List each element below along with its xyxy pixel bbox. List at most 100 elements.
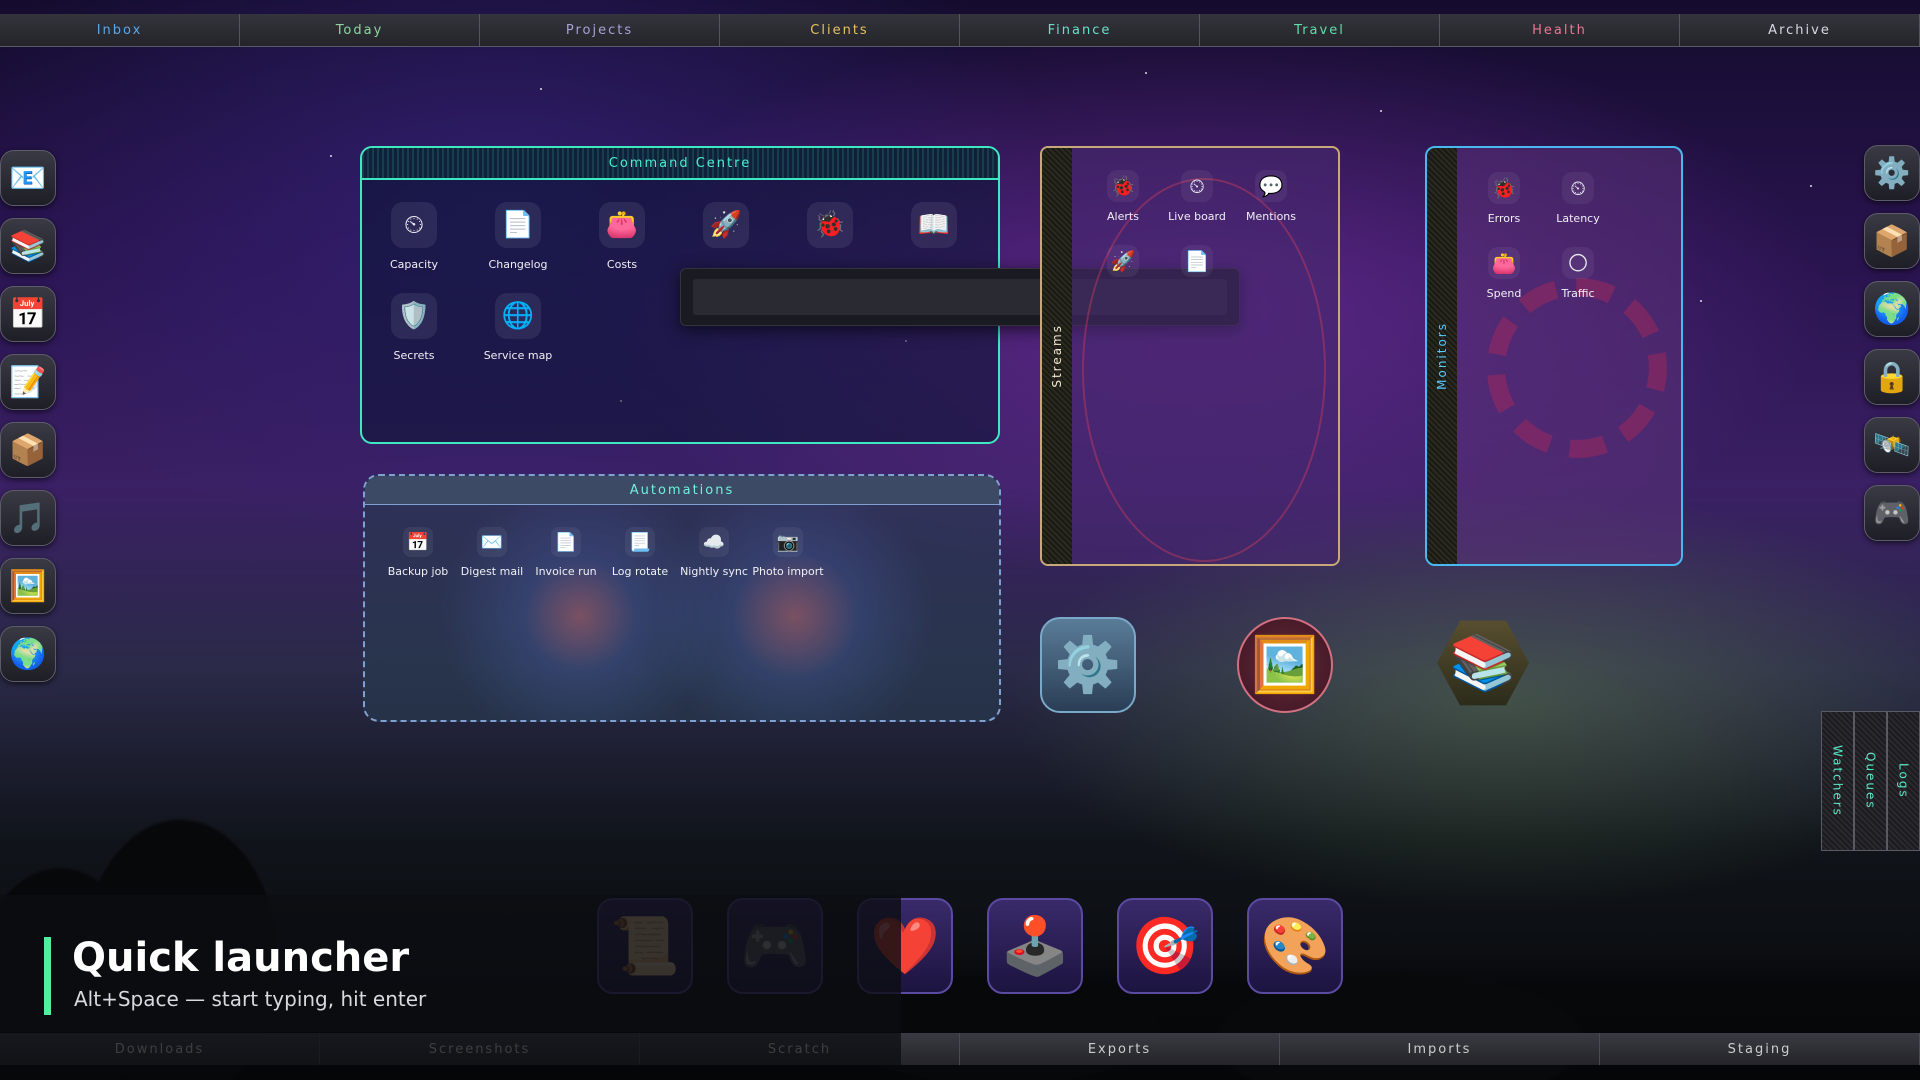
tab-today[interactable]: Today (240, 14, 480, 46)
app-icon: 🐞 (807, 202, 853, 248)
settings-icon: ⚙️ (1054, 633, 1122, 696)
monitors-item-traffic[interactable]: 🌕 Traffic (1541, 247, 1615, 300)
joystick-app[interactable]: 🕹️ (987, 898, 1083, 994)
dock_left-item[interactable]: 🖼️ (0, 558, 56, 614)
dock_left-item[interactable]: 📧 (0, 150, 56, 206)
monitors-panel: Monitors 🐞 Errors ⏲ Latency 👛 Spend 🌕 Traffic (1425, 146, 1683, 566)
tab-finance[interactable]: Finance (960, 14, 1200, 46)
streams-item-3[interactable]: 🚀 (1086, 245, 1160, 285)
app-icon: ⏲ (391, 202, 437, 248)
monitors-item-latency[interactable]: ⏲ Latency (1541, 172, 1615, 225)
item-label: Digest mail (460, 565, 524, 578)
streams-title: Streams (1050, 324, 1064, 388)
tab-clients[interactable]: Clients (720, 14, 960, 46)
item-label: Live board (1168, 210, 1226, 223)
monitors-item-spend[interactable]: 👛 Spend (1467, 247, 1541, 300)
target-icon: 🎯 (1130, 914, 1200, 979)
gamepad-icon: 🎮 (1873, 495, 1911, 531)
photos-shortcut[interactable]: 🖼️ (1237, 617, 1333, 713)
dock_left-item[interactable]: 📝 (0, 354, 56, 410)
bottom-tab-exports[interactable]: Exports (960, 1033, 1280, 1065)
calendar-icon: 📅 (9, 296, 47, 332)
item-label: Mentions (1245, 210, 1297, 223)
automations-item-log-rotate[interactable]: 📃 Log rotate (603, 527, 677, 578)
dock_right-item[interactable]: ⚙️ (1864, 145, 1920, 201)
dock_left-item[interactable]: 📦 (0, 422, 56, 478)
launcher-hint: Alt+Space — start typing, hit enter (74, 987, 427, 1011)
tab-health[interactable]: Health (1440, 14, 1680, 46)
quick-launcher-toast: Quick launcher Alt+Space — start typing,… (0, 895, 901, 1032)
dock_left-item[interactable]: 📅 (0, 286, 56, 342)
command_centre-item-3[interactable]: 🚀 (674, 202, 778, 271)
streams-panel: Streams 🐞 Alerts ⏲ Live board 💬 Mentions 🚀 📄 (1040, 146, 1340, 566)
left-dock: 📧 📚 📅 📝 📦 🎵 🖼️ 🌍 (0, 150, 56, 682)
item-label: Latency (1556, 212, 1600, 225)
music-icon: 🎵 (9, 500, 47, 536)
streams-item-live-board[interactable]: ⏲ Live board (1160, 170, 1234, 223)
streams-spine[interactable]: Streams (1042, 148, 1072, 564)
bottom-tab-imports[interactable]: Imports (1280, 1033, 1600, 1065)
dock_right-item[interactable]: 🎮 (1864, 485, 1920, 541)
dock_right-item[interactable]: 🛰️ (1864, 417, 1920, 473)
streams-item-alerts[interactable]: 🐞 Alerts (1086, 170, 1160, 223)
palette-icon: 🎨 (1260, 914, 1330, 979)
app-icon: 💬 (1255, 170, 1287, 202)
automations-item-nightly-sync[interactable]: ☁️ Nightly sync (677, 527, 751, 578)
tab-archive[interactable]: Archive (1680, 14, 1920, 46)
side-tab-watchers[interactable]: Watchers (1821, 711, 1854, 851)
app-icon: 👛 (1488, 247, 1520, 279)
side-tab-label: Logs (1896, 763, 1911, 799)
automations-item-digest-mail[interactable]: ✉️ Digest mail (455, 527, 529, 578)
command_centre-item-costs[interactable]: 👛 Costs (570, 202, 674, 271)
side-tab-logs[interactable]: Logs (1887, 711, 1920, 851)
dock_right-item[interactable]: 📦 (1864, 213, 1920, 269)
app-icon: 🐞 (1488, 172, 1520, 204)
tab-travel[interactable]: Travel (1200, 14, 1440, 46)
tab-inbox[interactable]: Inbox (0, 14, 240, 46)
dock_left-item[interactable]: 📚 (0, 218, 56, 274)
monitors-item-errors[interactable]: 🐞 Errors (1467, 172, 1541, 225)
item-label: Nightly sync (680, 565, 748, 578)
command_centre-item-changelog[interactable]: 📄 Changelog (466, 202, 570, 271)
dock_left-item[interactable]: 🎵 (0, 490, 56, 546)
bottom-tab-staging[interactable]: Staging (1600, 1033, 1920, 1065)
satellite-icon: 🛰️ (1873, 427, 1911, 463)
command_centre-item-5[interactable]: 📖 (882, 202, 986, 271)
lock-icon: 🔒 (1873, 359, 1911, 395)
palette-app[interactable]: 🎨 (1247, 898, 1343, 994)
item-label: Spend (1486, 287, 1522, 300)
command_centre-item-service-map[interactable]: 🌐 Service map (466, 293, 570, 362)
automations-item-backup-job[interactable]: 📅 Backup job (381, 527, 455, 578)
side-tab-label: Watchers (1830, 745, 1845, 817)
settings-shortcut[interactable]: ⚙️ (1040, 617, 1136, 713)
tab-projects[interactable]: Projects (480, 14, 720, 46)
automations-item-invoice-run[interactable]: 📄 Invoice run (529, 527, 603, 578)
photos-icon: 🖼️ (9, 568, 47, 604)
automations-title: Automations (365, 476, 999, 505)
command-centre-title: Command Centre (362, 148, 998, 180)
command_centre-item-secrets[interactable]: 🛡️ Secrets (362, 293, 466, 362)
globe-icon: 🌍 (9, 636, 47, 672)
streams-item-mentions[interactable]: 💬 Mentions (1234, 170, 1308, 223)
item-label: Changelog (488, 258, 548, 271)
item-label: Invoice run (535, 565, 597, 578)
app-icon: 🚀 (703, 202, 749, 248)
app-icon: 📃 (625, 527, 655, 557)
top-tab-bar: Inbox Today Projects Clients Finance Travel He… (0, 14, 1920, 47)
monitors-spine[interactable]: Monitors (1427, 148, 1457, 564)
command_centre-item-capacity[interactable]: ⏲ Capacity (362, 202, 466, 271)
automations-item-photo-import[interactable]: 📷 Photo import (751, 527, 825, 578)
command_centre-item-4[interactable]: 🐞 (778, 202, 882, 271)
app-icon: 🐞 (1107, 170, 1139, 202)
target-app[interactable]: 🎯 (1117, 898, 1213, 994)
launcher-dim-overlay (0, 1033, 901, 1065)
app-icon: 🌐 (495, 293, 541, 339)
app-icon: ⏲ (1562, 172, 1594, 204)
dock_right-item[interactable]: 🌍 (1864, 281, 1920, 337)
dock_left-item[interactable]: 🌍 (0, 626, 56, 682)
dock_right-item[interactable]: 🔒 (1864, 349, 1920, 405)
streams-item-4[interactable]: 📄 (1160, 245, 1234, 285)
side-tab-queues[interactable]: Queues (1854, 711, 1887, 851)
app-icon: 🌕 (1562, 247, 1594, 279)
app-icon: 🛡️ (391, 293, 437, 339)
